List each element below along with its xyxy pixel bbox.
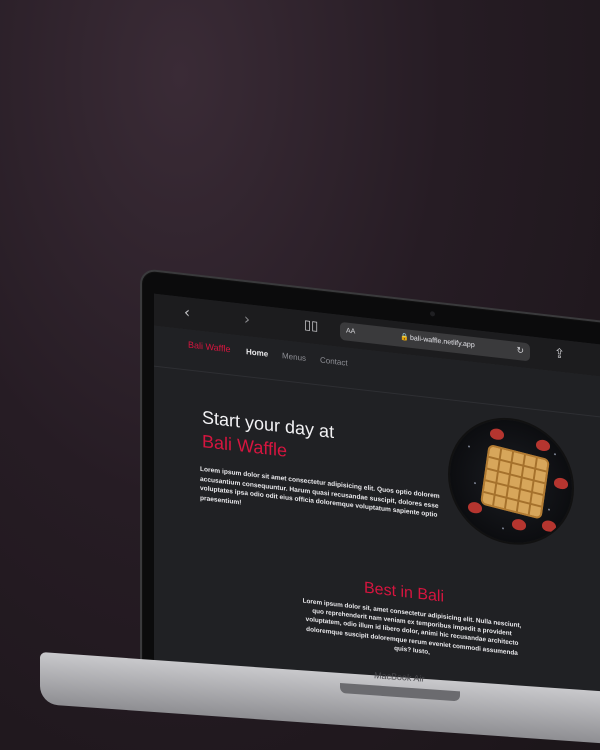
share-icon[interactable]: ⇪ — [554, 345, 565, 364]
strawberry — [542, 519, 556, 533]
nav-home[interactable]: Home — [246, 347, 268, 359]
nav-contact[interactable]: Contact — [320, 356, 348, 368]
strawberry — [554, 477, 568, 490]
sparkle — [502, 527, 504, 530]
waffle — [479, 443, 551, 520]
text-size-button[interactable]: AA — [346, 322, 355, 341]
url-text: bali-waffle.netlify.app — [410, 334, 475, 350]
strawberry — [468, 501, 482, 514]
sparkle — [554, 453, 556, 456]
reader-icon[interactable]: ▯▯ — [304, 317, 318, 337]
site-brand[interactable]: Bali Waffle — [188, 339, 231, 354]
strawberry — [490, 427, 504, 441]
strawberry — [536, 439, 550, 452]
back-icon[interactable]: ‹ — [184, 303, 190, 322]
sparkle — [548, 508, 550, 511]
reload-icon[interactable]: ↻ — [516, 342, 524, 361]
laptop: ‹ › ▯▯ AA 🔒 bali-waffle.netlify.app ↻ ⇪ … — [0, 0, 600, 750]
waffle-image — [450, 413, 572, 550]
hero-text: Lorem ipsum dolor sit amet consectetur a… — [200, 465, 440, 519]
sparkle — [474, 482, 476, 485]
screen: ‹ › ▯▯ AA 🔒 bali-waffle.netlify.app ↻ ⇪ … — [154, 293, 600, 726]
nav-menus[interactable]: Menus — [282, 351, 306, 363]
forward-icon[interactable]: › — [244, 310, 250, 329]
sparkle — [468, 445, 470, 448]
section-text: Lorem ipsum dolor sit, amet consectetur … — [302, 597, 522, 657]
strawberry — [512, 518, 526, 531]
camera — [430, 311, 435, 317]
lock-icon: 🔒 — [400, 333, 409, 342]
hinge-notch — [340, 682, 460, 702]
section-title: Best in Bali — [364, 579, 445, 606]
